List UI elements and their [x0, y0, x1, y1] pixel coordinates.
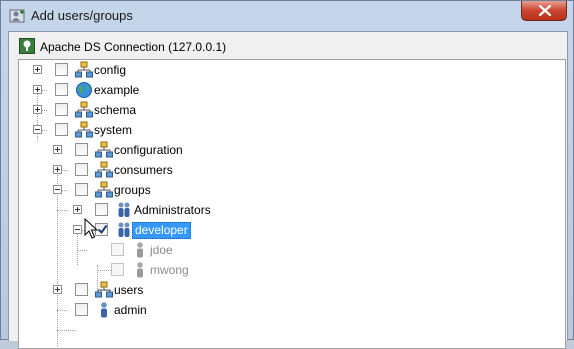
- tree-item-checkbox[interactable]: [55, 63, 68, 76]
- tree-connector: [57, 330, 75, 332]
- tree-item-checkbox[interactable]: [75, 303, 88, 316]
- tree-item-checkbox[interactable]: [95, 203, 108, 216]
- tree-item-label: schema: [94, 103, 137, 117]
- tree-item-label: configuration: [114, 143, 183, 157]
- collapse-icon[interactable]: [33, 125, 42, 134]
- tree-item-checkbox[interactable]: [75, 143, 88, 156]
- tree-item-checkbox[interactable]: [75, 283, 88, 296]
- organization-icon: [95, 141, 113, 159]
- tree-item-config[interactable]: config: [19, 60, 565, 80]
- user-icon: [131, 261, 149, 279]
- tree-item-configuration[interactable]: configuration: [19, 140, 565, 160]
- dialog-content: Apache DS Connection (127.0.0.1) config …: [8, 31, 568, 349]
- mouse-cursor-icon: [84, 218, 98, 239]
- connection-tree-icon: [19, 38, 35, 54]
- organization-icon: [95, 161, 113, 179]
- tree-item-label-selected: developer: [132, 222, 191, 239]
- collapse-icon[interactable]: [53, 185, 62, 194]
- tree-item-developer[interactable]: developer: [19, 220, 565, 240]
- tree-item-checkbox-disabled: [111, 243, 124, 256]
- tree-item-label: system: [94, 123, 133, 137]
- expand-icon[interactable]: [33, 65, 42, 74]
- user-icon: [95, 301, 113, 319]
- tree-item-checkbox-disabled: [111, 263, 124, 276]
- tree-view[interactable]: config example schema system configurati…: [18, 59, 566, 349]
- tree-item-consumers[interactable]: consumers: [19, 160, 565, 180]
- tree-item-label: groups: [114, 183, 151, 197]
- tree-item-groups[interactable]: groups: [19, 180, 565, 200]
- close-icon: [538, 5, 552, 16]
- tree-item-label: consumers: [114, 163, 173, 177]
- tree-item-label: users: [114, 283, 144, 297]
- user-icon: [131, 241, 149, 259]
- expand-icon[interactable]: [53, 285, 62, 294]
- dialog-window: Add users/groups Apache DS Connection (1…: [0, 0, 574, 349]
- organization-icon: [95, 181, 113, 199]
- close-button[interactable]: [521, 1, 567, 21]
- tree-item-checkbox[interactable]: [55, 123, 68, 136]
- organization-icon: [95, 281, 113, 299]
- expand-icon[interactable]: [73, 205, 82, 214]
- tree-item-system[interactable]: system: [19, 120, 565, 140]
- expand-icon[interactable]: [33, 85, 42, 94]
- group-icon: [115, 221, 133, 239]
- connection-label: Apache DS Connection (127.0.0.1): [40, 40, 227, 54]
- tree-item-label: jdoe: [150, 243, 173, 257]
- title-bar[interactable]: Add users/groups: [1, 1, 573, 31]
- collapse-icon[interactable]: [73, 225, 82, 234]
- tree-item-checkbox[interactable]: [55, 83, 68, 96]
- tree-item-label: config: [94, 63, 127, 77]
- tree-item-example[interactable]: example: [19, 80, 565, 100]
- tree-item-checkbox[interactable]: [75, 163, 88, 176]
- expand-icon[interactable]: [53, 145, 62, 154]
- tree-item-schema[interactable]: schema: [19, 100, 565, 120]
- window-title: Add users/groups: [31, 8, 133, 23]
- add-user-icon: [9, 8, 25, 24]
- tree-item-jdoe[interactable]: jdoe: [19, 240, 565, 260]
- expand-icon[interactable]: [33, 105, 42, 114]
- tree-item-label: mwong: [150, 263, 189, 277]
- tree-item-admin[interactable]: admin: [19, 300, 565, 320]
- organization-icon: [75, 101, 93, 119]
- tree-item-administrators[interactable]: Administrators: [19, 200, 565, 220]
- checkmark-icon: [97, 224, 108, 235]
- expand-icon[interactable]: [53, 165, 62, 174]
- tree-item-users[interactable]: users: [19, 280, 565, 300]
- tree-item-label: Administrators: [134, 203, 211, 217]
- tree-item-label: admin: [114, 303, 147, 317]
- tree-item-checkbox[interactable]: [55, 103, 68, 116]
- group-icon: [115, 201, 133, 219]
- globe-icon: [75, 81, 93, 99]
- tree-item-checkbox[interactable]: [75, 183, 88, 196]
- tree-item-mwong[interactable]: mwong: [19, 260, 565, 280]
- organization-icon: [75, 121, 93, 139]
- tree-item-label: example: [94, 83, 140, 97]
- organization-icon: [75, 61, 93, 79]
